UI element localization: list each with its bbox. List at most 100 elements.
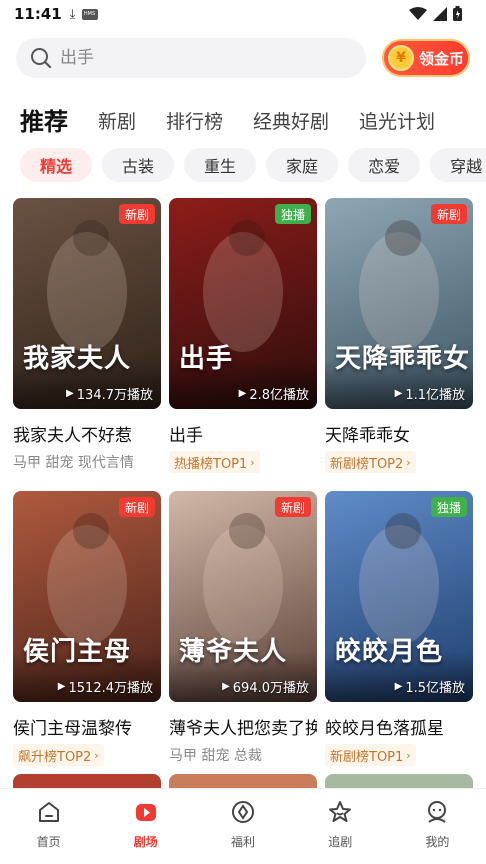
rank-tag[interactable]: 飙升榜TOP2 › bbox=[13, 744, 104, 766]
nav-home[interactable]: 首页 bbox=[0, 789, 97, 864]
status-badge: 新剧 bbox=[430, 204, 467, 224]
coin-icon: ¥ bbox=[388, 45, 414, 71]
nav-gift[interactable]: 福利 bbox=[194, 789, 291, 864]
hms-icon: HMS bbox=[81, 8, 98, 20]
battery-icon bbox=[453, 6, 462, 21]
tab-0[interactable]: 推荐 bbox=[20, 108, 68, 136]
tab-4[interactable]: 追光计划 bbox=[359, 108, 435, 136]
tab-1[interactable]: 新剧 bbox=[98, 108, 136, 136]
poster-art-title: 我家夫人 bbox=[23, 344, 132, 374]
play-count-label: 2.8亿播放 bbox=[249, 388, 309, 403]
nav-star[interactable]: 追剧 bbox=[292, 789, 389, 864]
status-badge: 独播 bbox=[274, 204, 311, 224]
chevron-right-icon: › bbox=[406, 455, 411, 469]
drama-title[interactable]: 出手 bbox=[169, 421, 317, 446]
drama-card[interactable]: 我家夫人 新剧 ▶ 134.7万播放我家夫人不好惹马甲 甜宠 现代言情 bbox=[13, 198, 161, 473]
tab-label: 经典好剧 bbox=[253, 111, 330, 133]
status-time: 11:41 bbox=[14, 5, 62, 23]
chip-0[interactable]: 精选 bbox=[20, 148, 93, 182]
nav-label: 福利 bbox=[231, 835, 256, 849]
download-icon: ⤓ bbox=[69, 6, 76, 22]
tab-label: 排行榜 bbox=[166, 111, 224, 133]
rank-label: 新剧榜TOP2 bbox=[330, 456, 404, 472]
drama-poster-partial[interactable] bbox=[13, 774, 161, 788]
play-count-label: 1.1亿播放 bbox=[405, 388, 465, 403]
status-badge: 独播 bbox=[430, 497, 467, 517]
genre-chips: 精选 古装 重生 家庭 恋爱 穿越 bbox=[20, 148, 486, 182]
play-icon: ▶ bbox=[222, 681, 230, 692]
chip-2[interactable]: 重生 bbox=[184, 148, 257, 182]
bottom-nav: 首页 剧场 福利 追剧 我的 bbox=[0, 788, 486, 864]
nav-label: 追剧 bbox=[328, 835, 353, 849]
rank-tag[interactable]: 新剧榜TOP1 › bbox=[325, 744, 416, 766]
status-bar: 11:41 ⤓ HMS bbox=[0, 0, 486, 28]
chip-4[interactable]: 恋爱 bbox=[348, 148, 421, 182]
drama-poster-partial[interactable] bbox=[325, 774, 473, 788]
play-count: ▶ 134.7万播放 bbox=[66, 384, 153, 403]
tab-2[interactable]: 排行榜 bbox=[166, 108, 223, 136]
drama-poster[interactable]: 出手 独播 ▶ 2.8亿播放 bbox=[169, 198, 317, 409]
poster-art-title: 侯门主母 bbox=[23, 637, 132, 667]
poster-art-title: 天降乖乖女 bbox=[335, 344, 471, 374]
search-bar[interactable] bbox=[16, 38, 366, 78]
claim-coins-button[interactable]: ¥ 领金币 bbox=[382, 39, 470, 77]
drama-poster-partial[interactable] bbox=[169, 774, 317, 788]
poster-figure bbox=[229, 220, 265, 256]
signal-icon bbox=[433, 6, 447, 21]
drama-card[interactable]: 出手 独播 ▶ 2.8亿播放 出手 热播榜TOP1 › bbox=[169, 198, 317, 473]
drama-tags: 马甲 甜宠 现代言情 bbox=[13, 455, 134, 471]
play-count-label: 1.5亿播放 bbox=[405, 681, 465, 696]
nav-theater[interactable]: 剧场 bbox=[97, 789, 194, 864]
drama-poster[interactable]: 侯门主母 新剧 ▶ 1512.4万播放 bbox=[13, 491, 161, 702]
tab-label: 新剧 bbox=[98, 111, 137, 133]
play-count: ▶ 1.1亿播放 bbox=[395, 384, 465, 403]
poster-figure bbox=[73, 513, 109, 549]
chip-1[interactable]: 古装 bbox=[102, 148, 175, 182]
drama-title[interactable]: 我家夫人不好惹 bbox=[13, 421, 161, 446]
play-icon: ▶ bbox=[66, 388, 74, 399]
search-icon bbox=[31, 48, 52, 69]
drama-title[interactable]: 薄爷夫人把您卖了换钱花 bbox=[169, 714, 317, 739]
rank-tag[interactable]: 热播榜TOP1 › bbox=[169, 451, 260, 473]
chevron-right-icon: › bbox=[94, 748, 99, 762]
nav-label: 首页 bbox=[36, 835, 61, 849]
drama-poster[interactable]: 皎皎月色 独播 ▶ 1.5亿播放 bbox=[325, 491, 473, 702]
status-badge: 新剧 bbox=[118, 204, 155, 224]
poster-figure bbox=[73, 220, 109, 256]
drama-title[interactable]: 皎皎月色落孤星 bbox=[325, 714, 473, 739]
nav-profile[interactable]: 我的 bbox=[389, 789, 486, 864]
drama-card[interactable]: 天降乖乖女 新剧 ▶ 1.1亿播放 天降乖乖女 新剧榜TOP2 › bbox=[325, 198, 473, 473]
play-count: ▶ 694.0万播放 bbox=[222, 677, 309, 696]
status-badge: 新剧 bbox=[118, 497, 155, 517]
drama-title[interactable]: 天降乖乖女 bbox=[325, 421, 473, 446]
rank-label: 新剧榜TOP1 bbox=[330, 749, 404, 765]
play-icon: ▶ bbox=[394, 681, 403, 692]
poster-figure bbox=[385, 513, 421, 549]
play-count-label: 1512.4万播放 bbox=[68, 681, 154, 696]
chip-5[interactable]: 穿越 bbox=[430, 148, 486, 182]
drama-grid: 我家夫人 新剧 ▶ 134.7万播放 我家夫人不好惹 马甲 甜宠 现代言情 出手 独播 ▶ 2.8… bbox=[13, 198, 473, 784]
grid-row: 侯门主母 新剧 ▶ 1512.4万播放 侯门主母温黎传 飙升榜TOP2 › 薄爷夫人 新剧 ▶ 69… bbox=[13, 491, 473, 766]
rank-tag[interactable]: 新剧榜TOP2 › bbox=[325, 451, 416, 473]
drama-poster[interactable]: 我家夫人 新剧 ▶ 134.7万播放 bbox=[13, 198, 161, 409]
drama-card[interactable]: 皎皎月色 独播 ▶ 1.5亿播放 皎皎月色落孤星 新剧榜TOP1 › bbox=[325, 491, 473, 766]
rank-label: 飙升榜TOP2 bbox=[18, 749, 92, 765]
drama-tags: 马甲 甜宠 总裁 bbox=[169, 748, 262, 764]
search-input[interactable] bbox=[60, 48, 320, 68]
chevron-right-icon: › bbox=[250, 455, 255, 469]
tab-3[interactable]: 经典好剧 bbox=[253, 108, 329, 136]
rank-label: 热播榜TOP1 bbox=[174, 456, 248, 472]
drama-card[interactable]: 侯门主母 新剧 ▶ 1512.4万播放 侯门主母温黎传 飙升榜TOP2 › bbox=[13, 491, 161, 766]
next-row-peek bbox=[13, 774, 473, 788]
theater-icon bbox=[133, 799, 159, 829]
play-count: ▶ 2.8亿播放 bbox=[239, 384, 309, 403]
play-icon: ▶ bbox=[57, 681, 66, 692]
gift-icon bbox=[230, 799, 256, 829]
drama-poster[interactable]: 薄爷夫人 新剧 ▶ 694.0万播放 bbox=[169, 491, 317, 702]
drama-poster[interactable]: 天降乖乖女 新剧 ▶ 1.1亿播放 bbox=[325, 198, 473, 409]
chip-3[interactable]: 家庭 bbox=[266, 148, 339, 182]
drama-title[interactable]: 侯门主母温黎传 bbox=[13, 714, 161, 739]
drama-card[interactable]: 薄爷夫人 新剧 ▶694.0万播放薄爷夫人把您卖了换钱花马甲 甜宠 总裁 bbox=[169, 491, 317, 766]
home-icon bbox=[36, 799, 62, 829]
play-count: ▶ 1512.4万播放 bbox=[58, 677, 153, 696]
